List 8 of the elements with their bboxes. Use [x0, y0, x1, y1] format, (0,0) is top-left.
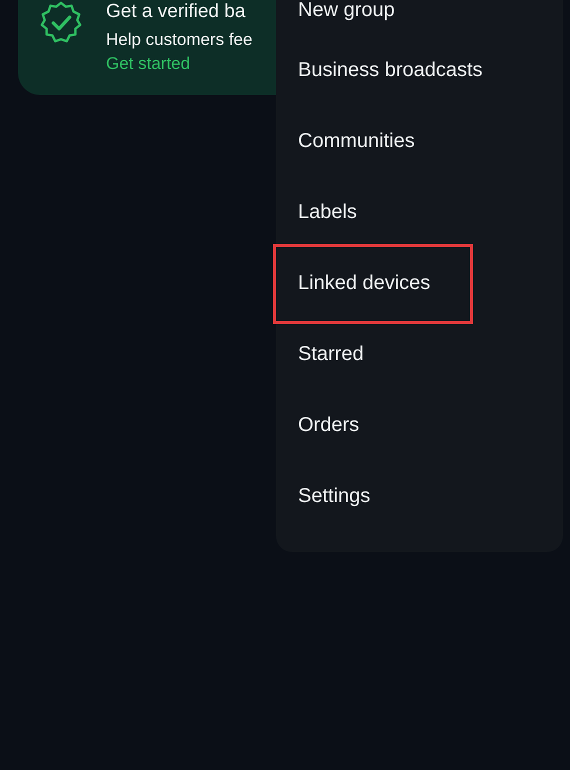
menu-item[interactable]: Orders — [276, 390, 563, 461]
menu-item[interactable]: Communities — [276, 106, 563, 177]
menu-item[interactable]: Business broadcasts — [276, 35, 563, 106]
banner-subtitle: Help customers fee — [106, 29, 252, 51]
menu-item[interactable]: New group — [276, 0, 563, 35]
menu-item[interactable]: Settings — [276, 461, 563, 532]
get-started-link[interactable]: Get started — [106, 53, 252, 75]
banner-title: Get a verified ba — [106, 0, 246, 24]
